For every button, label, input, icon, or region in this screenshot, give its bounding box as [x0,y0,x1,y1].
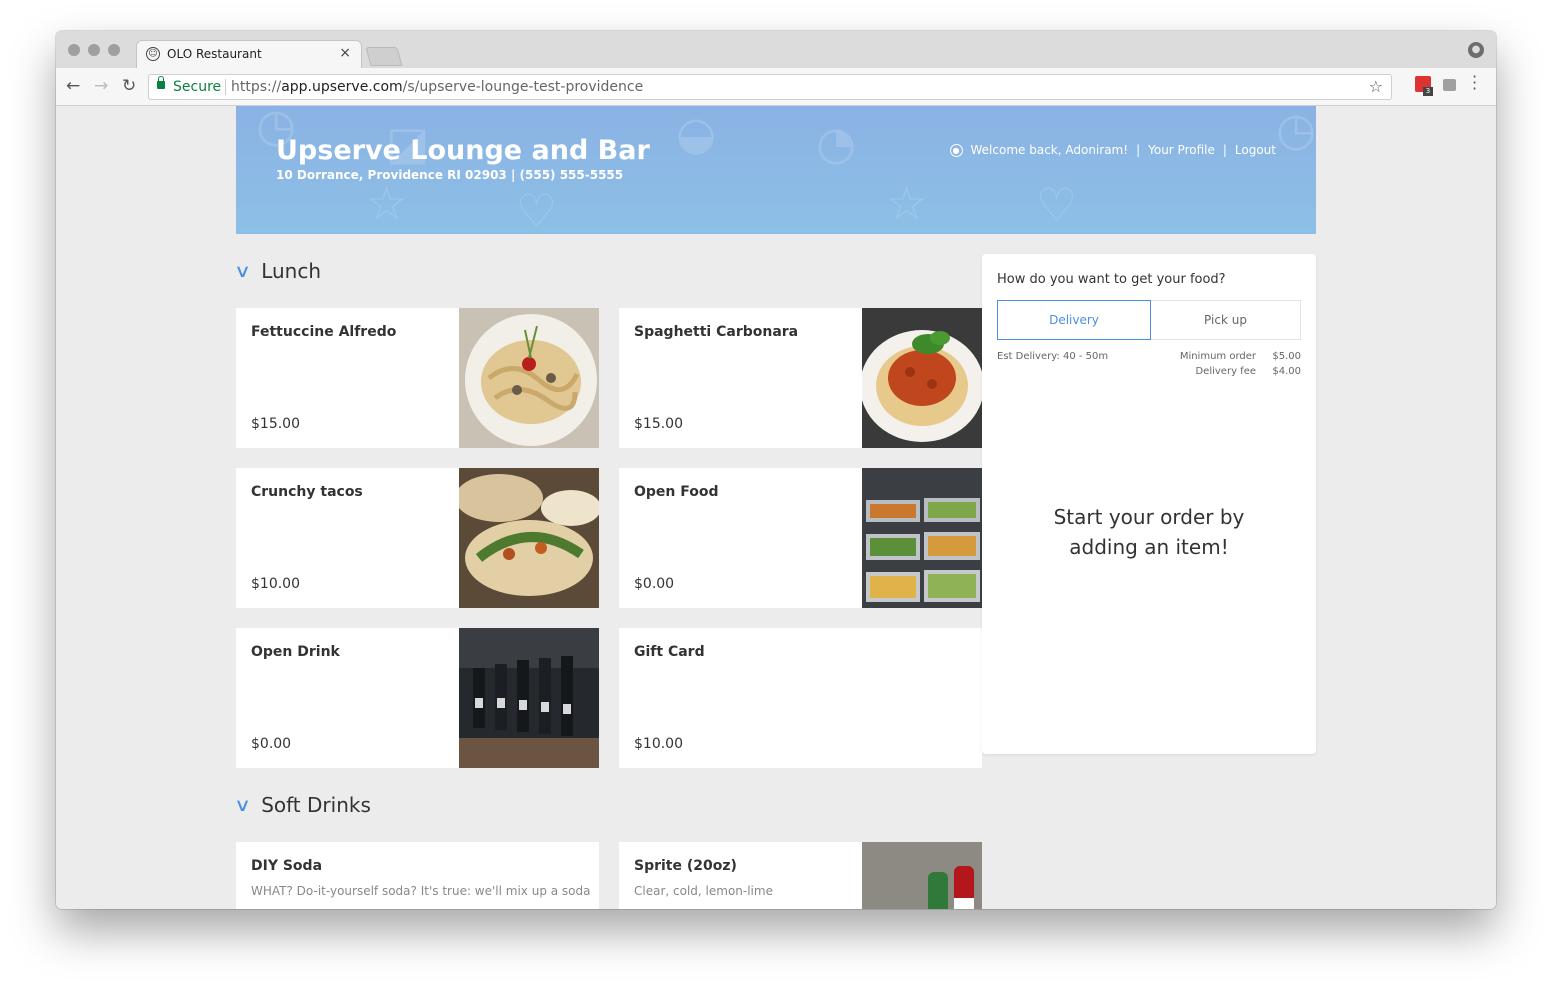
new-tab-button[interactable] [365,47,403,66]
item-name: Spaghetti Carbonara [634,324,799,340]
soda-bottles-image [862,842,982,909]
favicon-icon: ☺ [146,47,160,61]
item-name: Open Drink [251,644,340,660]
order-panel: How do you want to get your food? Delive… [982,254,1316,754]
pizza-decor-icon: ◔ [816,116,857,170]
delivery-toggle-button[interactable]: Delivery [997,300,1151,340]
minimize-window-button[interactable] [88,44,100,56]
item-description: Clear, cold, lemon-lime [634,884,773,898]
menu-item-card[interactable]: Gift Card $10.00 [619,628,982,768]
extension-badge: 3 [1423,87,1433,96]
empty-cart-line: Start your order by [1053,505,1245,529]
heart-decor-icon: ♡ [1036,178,1078,232]
menu-item-card[interactable]: Crunchy tacos $10.00 [236,468,599,608]
item-price: $0.00 [634,576,675,592]
delivery-fee-value: $4.00 [1272,366,1301,377]
user-nav: ● Welcome back, Adoniram! | Your Profile… [949,143,1276,157]
forward-arrow-icon[interactable]: → [94,76,108,96]
item-price: $15.00 [634,416,683,432]
buffet-image [862,468,982,608]
star-decor-icon: ☆ [366,176,408,230]
address-bar[interactable]: Secure https://app.upserve.com/s/upserve… [148,74,1392,100]
item-price: $10.00 [634,736,683,752]
star-decor-icon: ☆ [886,176,928,230]
menu-item-card[interactable]: Open Drink $0.00 [236,628,599,768]
pickup-toggle-button[interactable]: Pick up [1151,300,1301,340]
wine-bottles-image [459,628,599,768]
nav-separator: | [1136,143,1141,157]
close-window-button[interactable] [68,44,80,56]
fettuccine-image [459,308,599,448]
bookmark-star-icon[interactable]: ☆ [1369,77,1383,96]
logout-link[interactable]: Logout [1235,143,1276,157]
url-scheme: https:// [231,79,282,95]
order-method-question: How do you want to get your food? [997,272,1226,287]
menu-item-card[interactable]: Spaghetti Carbonara $15.00 [619,308,982,448]
burger-decor-icon: ◒ [676,106,717,160]
spaghetti-image [862,308,982,448]
extension-icon[interactable] [1443,79,1456,91]
browser-menu-icon[interactable]: · · · [1472,69,1477,97]
user-icon: ● [949,143,963,157]
heart-decor-icon: ♡ [516,184,558,234]
item-price: $0.00 [251,736,292,752]
section-header-soft-drinks[interactable]: ∨ Soft Drinks [234,793,371,817]
restaurant-header: ◷ ◪ ☆ ♡ ◒ ◔ ☆ ♡ ◷ Upserve Lounge and Bar… [236,106,1316,234]
item-name: Gift Card [634,644,705,660]
chevron-down-icon: ∨ [234,794,252,816]
menu-item-card[interactable]: Sprite (20oz) Clear, cold, lemon-lime [619,842,982,909]
title-bar: ☺ OLO Restaurant × ● [56,31,1496,68]
estimated-delivery: Est Delivery: 40 - 50m [997,351,1109,362]
item-name: Sprite (20oz) [634,858,737,874]
reload-icon[interactable]: ↻ [122,76,136,96]
section-title: Lunch [261,259,322,283]
minimum-order-label: Minimum order [1179,351,1256,362]
item-name: Open Food [634,484,719,500]
back-arrow-icon[interactable]: ← [66,76,80,96]
item-description: WHAT? Do-it-yourself soda? It's true: we… [251,884,591,898]
welcome-text: Welcome back, Adoniram! [970,143,1129,157]
nav-separator: | [1222,143,1227,157]
chevron-down-icon: ∨ [234,260,252,282]
browser-toolbar: ← → ↻ Secure https://app.upserve.com/s/u… [56,68,1496,106]
item-name: DIY Soda [251,858,323,874]
restaurant-name: Upserve Lounge and Bar [276,135,650,166]
tacos-image [459,468,599,608]
browser-window: ☺ OLO Restaurant × ● ← → ↻ Secure https:… [56,31,1496,909]
maximize-window-button[interactable] [108,44,120,56]
minimum-order-value: $5.00 [1272,351,1301,362]
item-price: $10.00 [251,576,300,592]
pizza-decor-icon: ◷ [1276,106,1316,156]
your-profile-link[interactable]: Your Profile [1148,143,1215,157]
menu-item-card[interactable]: Fettuccine Alfredo $15.00 [236,308,599,448]
item-name: Fettuccine Alfredo [251,324,397,340]
item-name: Crunchy tacos [251,484,363,500]
menu-item-card[interactable]: DIY Soda WHAT? Do-it-yourself soda? It's… [236,842,599,909]
menu-item-card[interactable]: Open Food $0.00 [619,468,982,608]
browser-tab[interactable]: ☺ OLO Restaurant × [136,40,362,68]
empty-cart-message: Start your order by adding an item! [982,502,1316,562]
url-text: https://app.upserve.com/s/upserve-lounge… [231,79,643,95]
page-viewport: ◷ ◪ ☆ ♡ ◒ ◔ ☆ ♡ ◷ Upserve Lounge and Bar… [56,106,1496,909]
section-title: Soft Drinks [261,793,371,817]
restaurant-address: 10 Dorrance, Providence RI 02903 | (555)… [276,168,624,182]
tab-close-icon[interactable]: × [339,45,351,61]
url-host: app.upserve.com [281,79,403,95]
delivery-fee-label: Delivery fee [1195,366,1256,377]
item-price: $15.00 [251,416,300,432]
url-path: /s/upserve-lounge-test-providence [402,79,644,95]
browser-profile-icon[interactable]: ● [1468,42,1484,58]
url-divider [225,79,226,95]
empty-cart-line: adding an item! [1069,535,1229,559]
lock-icon [157,76,165,89]
section-header-lunch[interactable]: ∨ Lunch [234,259,322,283]
secure-label: Secure [173,79,222,95]
tab-title: OLO Restaurant [167,47,262,61]
